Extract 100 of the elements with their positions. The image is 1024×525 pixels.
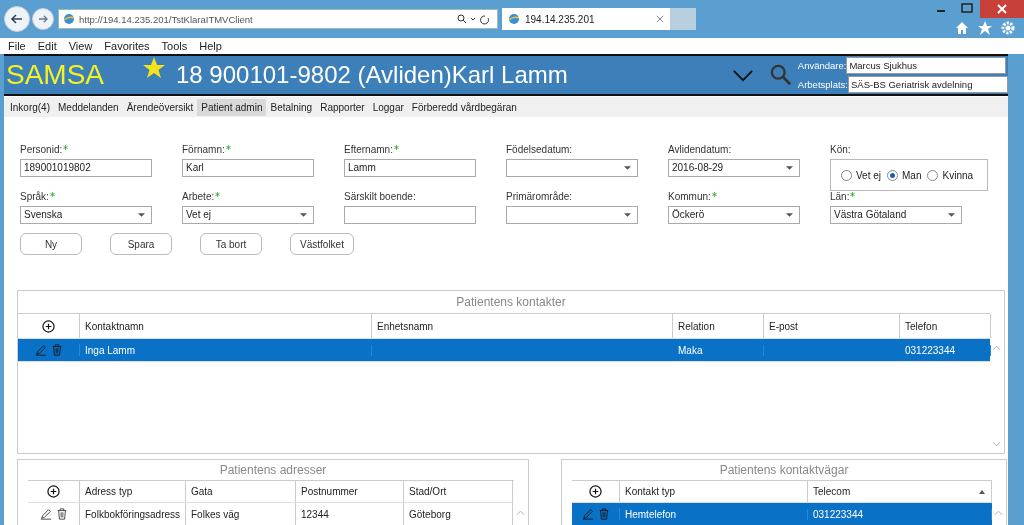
address-field[interactable]: http://194.14.235.201/TstKlaraITMVClient [58,9,498,29]
add-icon[interactable] [47,485,60,498]
menu-item[interactable]: Tools [161,40,188,52]
column-header[interactable]: Kontaktnamn [80,314,372,338]
chevron-down-icon[interactable] [731,68,754,82]
field-label: Kön: [830,144,852,156]
star-icon[interactable] [142,56,166,80]
delete-trash-icon[interactable] [597,508,610,520]
table-row[interactable]: Inga Lamm Maka 031223344 [18,339,990,362]
table-row[interactable]: Folkbokföringsadress Folkes väg 12344 Göteborg [28,503,514,525]
column-header[interactable]: Postnummer [296,481,404,502]
nav-tab[interactable]: Förberedd vårdbegäran [407,98,521,116]
nav-tab[interactable]: Inkorg(4) [6,98,54,116]
scroll-up-icon[interactable] [994,510,1003,516]
table-cell: Göteborg [404,503,513,525]
text-field[interactable]: Karl [182,159,314,177]
edit-pencil-icon[interactable] [39,508,52,520]
settings-icon[interactable] [1000,20,1016,36]
table-cell: 12344 [296,503,404,525]
dropdown-field[interactable] [506,159,638,177]
column-header[interactable]: E-post [764,314,900,338]
column-header[interactable]: Gata [186,481,296,502]
nav-tab[interactable]: Betalning [266,98,317,116]
field-label: Kommun: [668,191,800,203]
column-header[interactable]: Kontakt typ [620,481,808,502]
menu-item[interactable]: Edit [37,40,57,52]
nav-tab[interactable]: Ärendeöversikt [122,98,198,116]
panel-title: Patientens kontakter [455,294,567,311]
edit-pencil-icon[interactable] [581,508,594,520]
required-icon [63,145,69,150]
delete-trash-icon[interactable] [55,508,68,520]
app-logo: SAMSA [5,59,106,91]
text-field[interactable] [344,206,476,224]
edit-pencil-icon[interactable] [34,344,47,356]
action-button[interactable]: Ny [20,233,82,255]
field-label: Primärområde: [506,191,574,203]
menu-item[interactable]: Help [199,40,222,52]
table-cell: Folkes väg [186,503,296,525]
field-label: Efternamn: [344,144,476,156]
required-icon [225,145,231,150]
globe-icon [508,13,520,25]
field-label: Län: [830,191,962,203]
dropdown-field[interactable]: Västra Götaland [830,206,962,224]
forward-button[interactable] [32,8,54,30]
home-icon[interactable] [954,20,970,36]
menu-item[interactable]: Favorites [104,40,150,52]
dropdown-field[interactable]: 2016-08-29 [668,159,800,177]
radio-option[interactable]: Man [887,169,922,181]
action-button[interactable]: Spara [110,233,172,255]
text-field[interactable]: 189001019802 [20,159,152,177]
column-header[interactable]: Relation [673,314,764,338]
column-header[interactable]: Adress typ [80,481,186,502]
scroll-up-icon[interactable] [992,345,1001,351]
required-icon [711,192,717,197]
action-button[interactable]: Västfolket [290,233,354,255]
dropdown-caret-icon [624,213,631,217]
radio-option[interactable]: Vet ej [841,169,882,181]
radio-option[interactable]: Kvinna [927,169,974,181]
table-cell: 031223344 [900,344,991,356]
menu-item[interactable]: View [68,40,93,52]
table-cell: Hemtelefon [620,508,808,520]
dropdown-field[interactable]: Vet ej [182,206,314,224]
action-button[interactable]: Ta bort [200,233,262,255]
close-icon[interactable] [656,15,664,23]
nav-tab[interactable]: Meddelanden [54,98,123,116]
star-icon[interactable] [977,20,993,36]
menu-item[interactable]: File [8,40,26,52]
add-icon[interactable] [589,485,602,498]
nav-tab[interactable]: Rapporter [316,98,369,116]
workplace-field: SÄS-BS Geriatrisk avdelning [848,76,1008,93]
field-label: Särskilt boende: [344,191,417,203]
close-icon[interactable] [980,0,1024,18]
table-cell: Folkbokföringsadress [80,503,186,525]
dropdown-field[interactable]: Öckerö [668,206,800,224]
add-icon[interactable] [42,319,55,333]
column-header[interactable]: Telecom [808,481,992,502]
dropdown-caret-icon [786,166,793,170]
scroll-up-icon[interactable] [516,510,525,516]
dropdown-field[interactable] [506,206,638,224]
nav-tab[interactable]: Loggar [368,98,408,116]
field-label: Språk: [20,191,152,203]
dropdown-caret-icon [786,213,793,217]
table-row[interactable]: Hemtelefon 031223344 [572,503,992,525]
browser-tab[interactable]: 194.14.235.201 [502,8,670,30]
column-header[interactable]: Enhetsnamn [372,314,673,338]
text-field[interactable]: Lamm [344,159,476,177]
table-cell: Maka [673,344,764,356]
column-header[interactable]: Stad/Ort [404,481,513,502]
back-button[interactable] [4,6,30,32]
column-header[interactable]: Telefon [900,314,991,338]
dropdown-field[interactable]: Svenska [20,206,152,224]
required-icon [49,192,55,197]
search-icon[interactable] [769,64,792,86]
required-icon [215,192,221,197]
nav-tab[interactable]: Patient admin [197,98,267,116]
dropdown-caret-icon [138,213,145,217]
workplace-label: Arbetsplats: [797,79,848,90]
delete-trash-icon[interactable] [50,344,63,356]
dropdown-caret-icon [948,213,955,217]
scroll-down-icon[interactable] [992,441,1001,447]
